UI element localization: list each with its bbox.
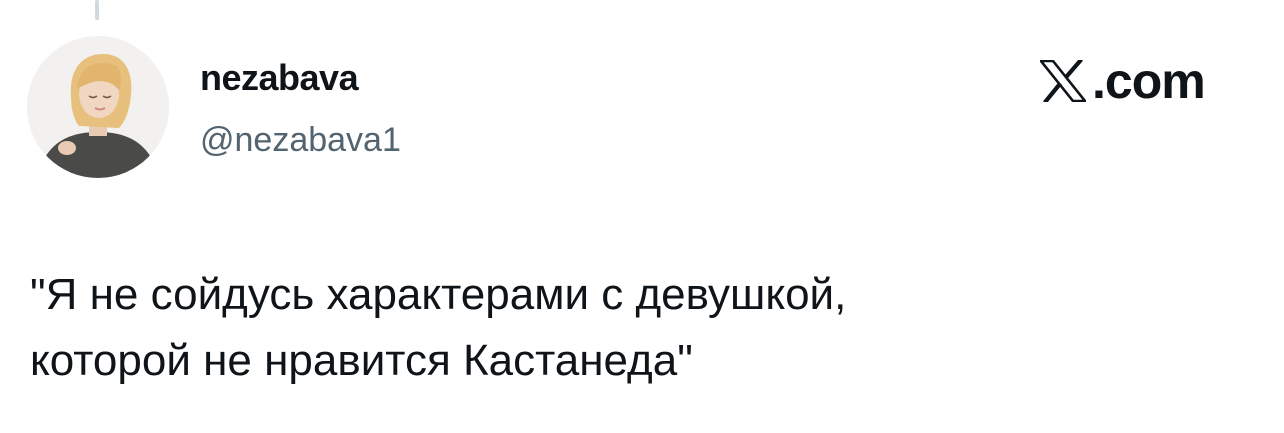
x-logo-icon — [1040, 60, 1086, 102]
x-domain-label: .com — [1092, 53, 1206, 109]
tweet-card: nezabava @nezabava1 .com "Я не сойдусь х… — [0, 0, 1284, 433]
author-display-name[interactable]: nezabava — [200, 58, 359, 98]
thread-connector-line — [95, 0, 99, 20]
tweet-text-line-1: "Я не сойдусь характерами с девушкой, — [30, 270, 847, 319]
author-handle[interactable]: @nezabava1 — [200, 120, 401, 160]
tweet-text-line-2: которой не нравится Кастанеда" — [30, 336, 693, 385]
avatar-photo-icon — [27, 36, 169, 178]
tweet-text: "Я не сойдусь характерами с девушкой, ко… — [30, 262, 1250, 394]
avatar[interactable] — [27, 36, 169, 178]
x-com-logo: .com — [1040, 53, 1206, 109]
